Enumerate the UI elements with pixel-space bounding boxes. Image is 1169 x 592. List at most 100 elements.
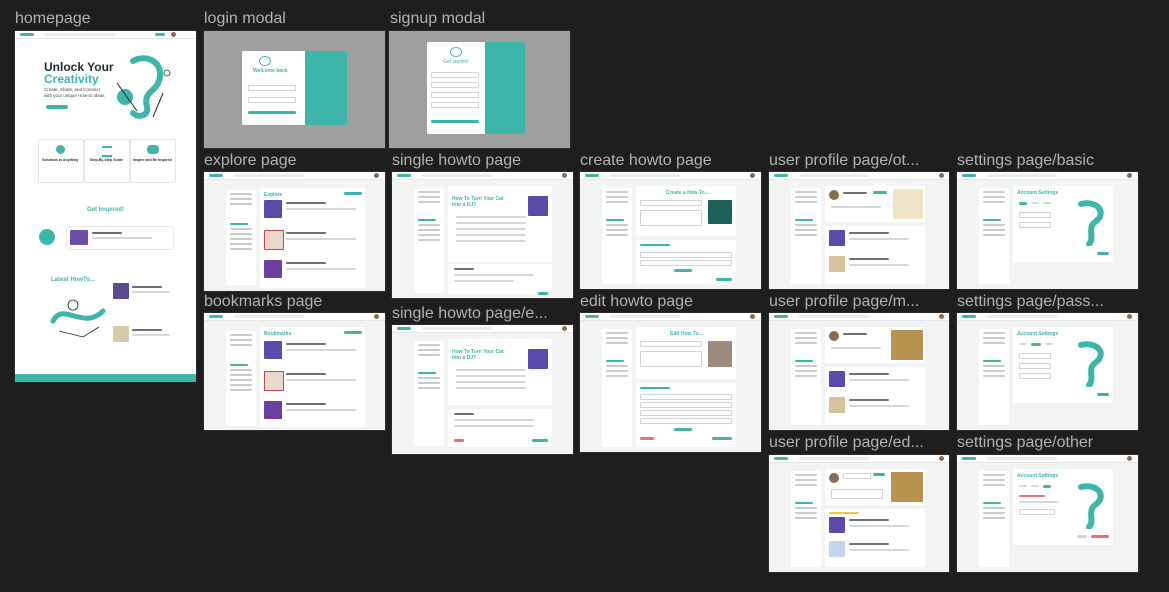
image-upload[interactable] <box>708 341 732 367</box>
bookmarks-frame[interactable]: Bookmarks <box>204 313 385 430</box>
avatar[interactable] <box>1127 173 1132 178</box>
title-input[interactable] <box>640 200 702 206</box>
current-password-field[interactable] <box>1019 353 1051 359</box>
profile-other-frame[interactable] <box>769 172 949 289</box>
frame-label-explore: explore page <box>204 152 297 169</box>
save-button[interactable] <box>712 437 732 440</box>
back-to-top-button[interactable] <box>538 292 548 295</box>
delete-button[interactable] <box>454 439 464 442</box>
avatar[interactable] <box>829 473 839 483</box>
avatar[interactable] <box>750 173 755 178</box>
title-input[interactable] <box>640 341 702 347</box>
search-input[interactable] <box>987 174 1057 177</box>
name-field[interactable] <box>431 72 479 78</box>
explore-frame[interactable]: Explore <box>204 172 385 291</box>
avatar[interactable] <box>562 173 567 178</box>
cancel-button[interactable] <box>1077 535 1087 538</box>
step-input[interactable] <box>640 418 732 424</box>
password-field[interactable] <box>431 92 479 98</box>
publish-button[interactable] <box>716 278 732 281</box>
save-button[interactable] <box>1097 252 1109 255</box>
follow-button[interactable] <box>873 191 887 194</box>
avatar[interactable] <box>939 456 944 461</box>
add-step-button[interactable] <box>674 269 692 272</box>
username-field[interactable] <box>1019 212 1051 218</box>
create-howto-frame[interactable]: Create a How To... <box>580 172 761 289</box>
confirm-password-field[interactable] <box>431 102 479 108</box>
avatar[interactable] <box>374 173 379 178</box>
search-input[interactable] <box>610 315 680 318</box>
create-button[interactable] <box>344 192 362 195</box>
profile-edit-frame[interactable] <box>769 455 949 572</box>
search-input[interactable] <box>234 174 304 177</box>
step-input[interactable] <box>640 252 732 258</box>
avatar[interactable] <box>171 32 176 37</box>
settings-other-frame[interactable]: Account Settings <box>957 455 1138 572</box>
step-input[interactable] <box>640 260 732 266</box>
login-button[interactable] <box>155 33 165 36</box>
password-field[interactable] <box>248 97 296 103</box>
confirm-field[interactable] <box>1019 509 1055 515</box>
latest-card-1[interactable] <box>111 281 175 301</box>
search-input[interactable] <box>799 457 869 460</box>
add-step-button[interactable] <box>674 428 692 431</box>
email-field[interactable] <box>1019 222 1051 228</box>
login-submit-button[interactable] <box>248 111 296 114</box>
search-input[interactable] <box>987 315 1057 318</box>
delete-account-button[interactable] <box>1091 535 1109 538</box>
name-field[interactable] <box>843 473 871 479</box>
search-input[interactable] <box>234 315 304 318</box>
profile-me-frame[interactable] <box>769 313 949 430</box>
bio-field[interactable] <box>831 489 883 499</box>
feature-title: Inspire and Be Inspired <box>133 158 172 162</box>
search-input[interactable] <box>422 327 492 330</box>
save-button[interactable] <box>532 439 548 442</box>
email-field[interactable] <box>431 82 479 88</box>
tab-basic[interactable] <box>1019 202 1027 205</box>
comment-editor[interactable] <box>448 409 552 447</box>
image-upload[interactable] <box>708 200 732 224</box>
avatar[interactable] <box>1127 456 1132 461</box>
homepage-frame[interactable]: Unlock Your Creativity Create, Share, an… <box>15 31 196 382</box>
single-howto-frame[interactable]: How To Turn Your Cat into a DJ? <box>392 172 573 298</box>
description-input[interactable] <box>640 210 702 226</box>
avatar[interactable] <box>1127 314 1132 319</box>
login-modal-frame[interactable]: Welcome back <box>204 31 385 148</box>
new-password-field[interactable] <box>1019 363 1051 369</box>
save-button[interactable] <box>873 473 885 476</box>
single-howto-edit-frame[interactable]: How To Turn Your Cat into a DJ? <box>392 325 573 454</box>
avatar[interactable] <box>939 314 944 319</box>
create-button[interactable] <box>344 331 362 334</box>
search-input[interactable] <box>799 174 869 177</box>
description-input[interactable] <box>640 351 702 367</box>
latest-card-2[interactable] <box>111 324 175 344</box>
step-input[interactable] <box>640 402 732 408</box>
search-input[interactable] <box>610 174 680 177</box>
delete-button[interactable] <box>640 437 654 440</box>
get-started-button[interactable] <box>46 105 68 109</box>
avatar[interactable] <box>750 314 755 319</box>
email-field[interactable] <box>248 85 296 91</box>
settings-basic-frame[interactable]: Account Settings <box>957 172 1138 289</box>
search-input[interactable] <box>45 33 115 36</box>
save-button[interactable] <box>1097 393 1109 396</box>
signup-modal-frame[interactable]: Get started <box>389 31 570 148</box>
avatar[interactable] <box>562 326 567 331</box>
settings-password-frame[interactable]: Account Settings <box>957 313 1138 430</box>
step-input[interactable] <box>640 394 732 400</box>
howto-image <box>528 349 548 369</box>
avatar[interactable] <box>374 314 379 319</box>
dice-icon[interactable] <box>39 229 55 245</box>
tab-password[interactable] <box>1031 343 1041 346</box>
confirm-password-field[interactable] <box>1019 373 1051 379</box>
search-input[interactable] <box>987 457 1057 460</box>
search-input[interactable] <box>799 315 869 318</box>
search-input[interactable] <box>422 174 492 177</box>
step-input[interactable] <box>640 410 732 416</box>
tab-other[interactable] <box>1043 485 1051 488</box>
signup-submit-button[interactable] <box>431 120 479 123</box>
edit-howto-frame[interactable]: Edit How To... <box>580 313 761 452</box>
inspired-card[interactable] <box>67 227 173 249</box>
profile-banner[interactable] <box>891 472 923 502</box>
avatar[interactable] <box>939 173 944 178</box>
